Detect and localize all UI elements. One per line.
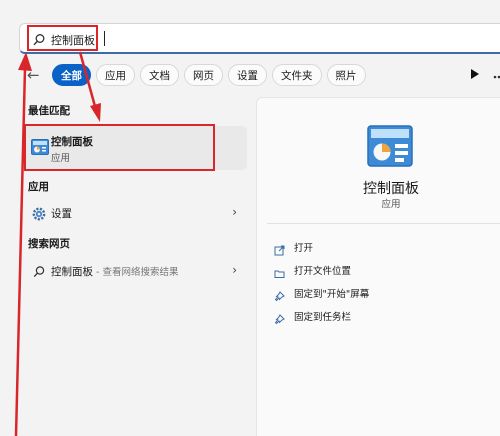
action-pin-start-label: 固定到"开始"屏幕 — [294, 289, 370, 300]
more-filters-play-icon[interactable] — [471, 69, 479, 79]
back-arrow-icon[interactable]: ← — [27, 66, 40, 84]
filter-tabs: 全部 应用 文档 网页 设置 文件夹 照片 — [52, 64, 366, 86]
annotation-search-highlight — [27, 25, 98, 51]
pin-icon — [274, 310, 285, 325]
more-options-icon[interactable] — [492, 68, 500, 80]
web-search-query: 控制面板 — [51, 266, 93, 278]
action-open-label: 打开 — [294, 243, 314, 254]
control-panel-large-icon — [367, 125, 413, 167]
search-icon — [32, 264, 46, 278]
apps-heading: 应用 — [28, 181, 49, 193]
filter-documents[interactable]: 文档 — [140, 64, 179, 86]
detail-panel: 控制面板 应用 打开 打开文件位置 固定到"开始"屏幕 固定到任务栏 — [256, 97, 500, 436]
settings-gear-icon — [32, 206, 46, 221]
action-pin-taskbar-label: 固定到任务栏 — [294, 312, 352, 323]
app-item-label: 设置 — [51, 208, 72, 220]
web-search-item[interactable]: 控制面板 - 查看网络搜索结果 › — [23, 258, 247, 284]
web-search-heading: 搜索网页 — [28, 238, 70, 250]
divider — [267, 223, 500, 224]
folder-icon — [274, 264, 285, 278]
chevron-right-icon: › — [232, 263, 237, 277]
open-icon — [274, 241, 285, 256]
action-open-location-label: 打开文件位置 — [294, 266, 352, 277]
annotation-result-highlight — [24, 124, 215, 171]
chevron-right-icon: › — [232, 205, 237, 219]
best-match-heading: 最佳匹配 — [28, 105, 70, 117]
app-item-settings[interactable]: 设置 › — [23, 200, 247, 226]
web-search-hint: - 查看网络搜索结果 — [93, 267, 179, 278]
filter-photos[interactable]: 照片 — [326, 64, 366, 86]
filter-settings[interactable]: 设置 — [228, 64, 267, 86]
detail-title: 控制面板 — [363, 181, 419, 197]
filter-folders[interactable]: 文件夹 — [272, 64, 322, 86]
pin-icon — [274, 287, 285, 302]
filter-all[interactable]: 全部 — [52, 64, 91, 86]
filter-apps[interactable]: 应用 — [96, 64, 135, 86]
filter-web[interactable]: 网页 — [184, 64, 223, 86]
text-caret — [104, 31, 105, 46]
detail-subtitle: 应用 — [381, 199, 401, 210]
web-search-label: 控制面板 - 查看网络搜索结果 — [51, 264, 178, 279]
